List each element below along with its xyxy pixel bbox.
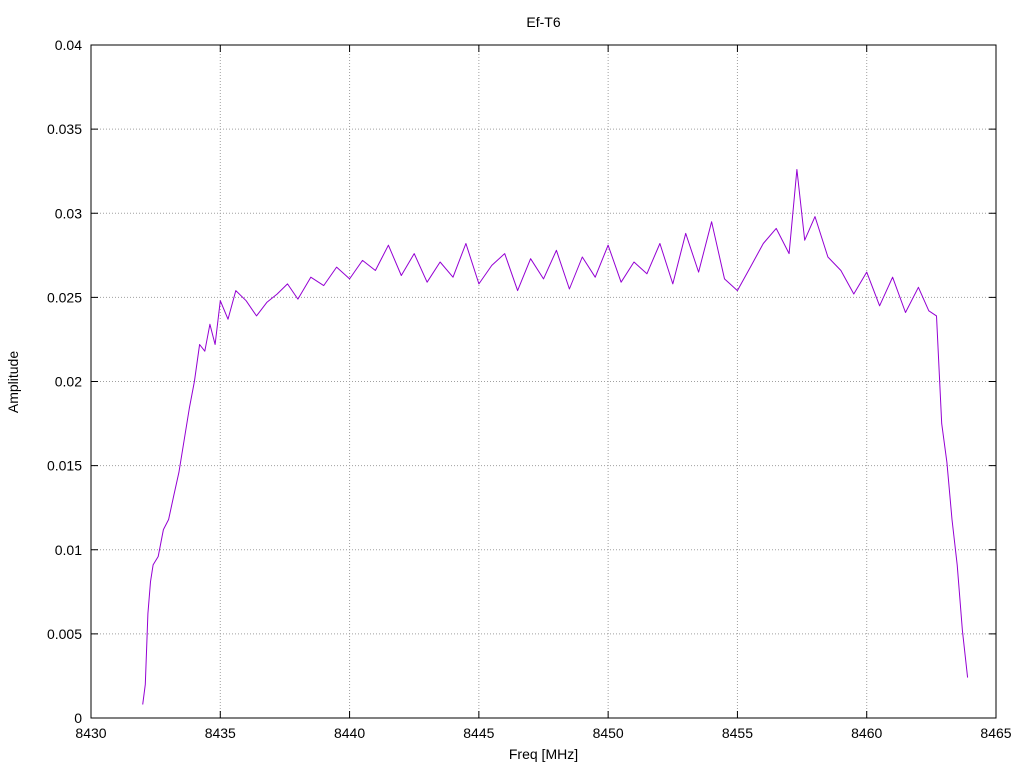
series-line-0 xyxy=(142,169,969,705)
y-tick-labels: 0 0.005 0.01 0.015 0.02 0.025 0.03 0.035 0.04 xyxy=(47,37,82,726)
grid xyxy=(91,45,996,718)
y-tick-label: 0.025 xyxy=(47,289,82,305)
x-tick-label: 8430 xyxy=(75,725,106,741)
y-axis-label: Amplitude xyxy=(5,351,21,413)
x-tick-label: 8435 xyxy=(205,725,236,741)
x-tick-label: 8445 xyxy=(463,725,494,741)
y-tick-label: 0.005 xyxy=(47,626,82,642)
y-tick-label: 0.015 xyxy=(47,458,82,474)
y-tick-label: 0.035 xyxy=(47,121,82,137)
x-tick-label: 8440 xyxy=(334,725,365,741)
chart: Ef-T6 8430 8435 8440 8445 8450 8455 8460 8465 0… xyxy=(5,14,1012,762)
x-tick-label: 8450 xyxy=(593,725,624,741)
y-tick-label: 0 xyxy=(74,710,82,726)
x-axis-label: Freq [MHz] xyxy=(509,746,578,762)
y-tick-label: 0.04 xyxy=(55,37,82,53)
y-tick-label: 0.03 xyxy=(55,205,82,221)
x-tick-label: 8460 xyxy=(851,725,882,741)
x-tick-label: 8455 xyxy=(722,725,753,741)
chart-title: Ef-T6 xyxy=(526,14,560,30)
x-tick-labels: 8430 8435 8440 8445 8450 8455 8460 8465 xyxy=(75,725,1011,741)
x-tick-label: 8465 xyxy=(980,725,1011,741)
y-tick-label: 0.01 xyxy=(55,542,82,558)
y-tick-label: 0.02 xyxy=(55,374,82,390)
plot-area xyxy=(142,169,969,705)
